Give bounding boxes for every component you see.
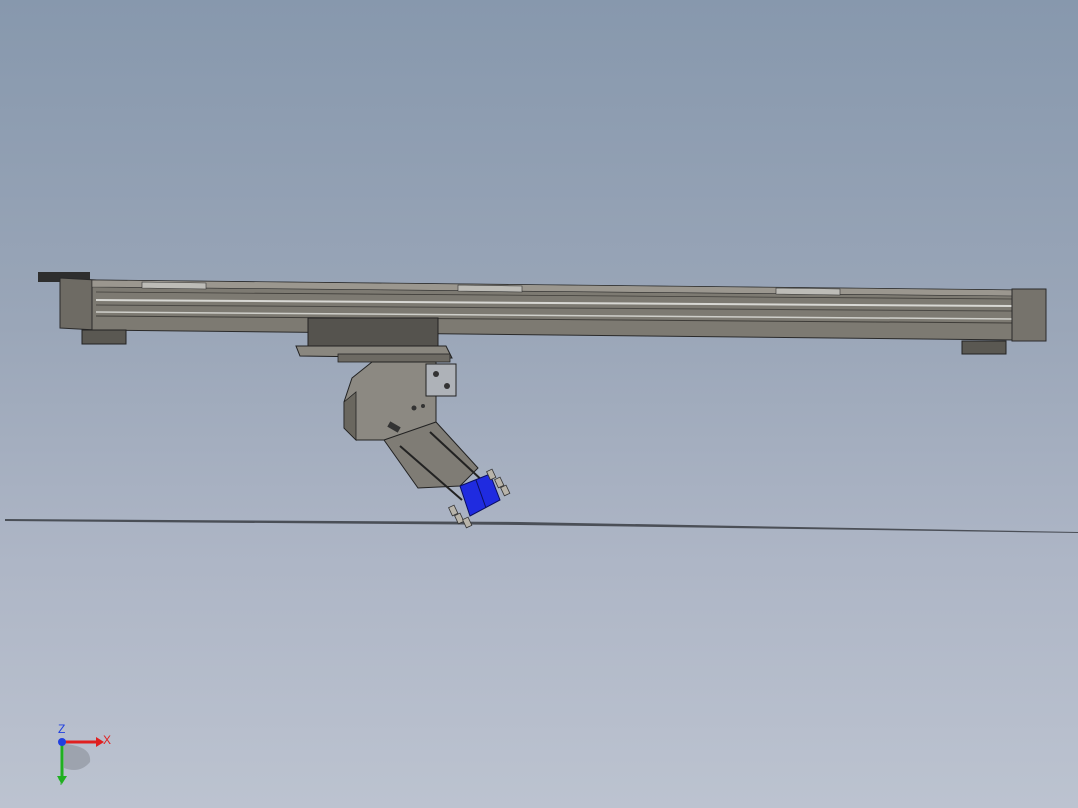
gripper-arm-assembly[interactable] xyxy=(343,361,511,529)
coordinate-triad: X Z Y xyxy=(40,722,130,792)
bolt-hole xyxy=(411,405,417,411)
triad-y-label: Y xyxy=(58,777,65,787)
triad-x-label: X xyxy=(103,733,112,747)
triad-z-label: Z xyxy=(58,722,66,736)
profile-connector xyxy=(425,363,457,397)
bolt-hole xyxy=(421,404,425,408)
bolt-hole xyxy=(433,371,439,377)
floor-shadow-line xyxy=(5,519,1078,533)
top-cover-strip xyxy=(141,281,207,290)
right-end-cap xyxy=(1011,288,1047,342)
carriage-block xyxy=(307,317,439,349)
cad-model-scene[interactable] xyxy=(0,0,1078,808)
carriage-plate-lower xyxy=(337,353,451,363)
triad-graphic xyxy=(57,737,104,784)
carriage-assembly[interactable] xyxy=(295,317,453,363)
mounting-foot-left xyxy=(81,329,127,345)
triad-shadow xyxy=(64,744,91,770)
linear-module-beam[interactable] xyxy=(38,272,1047,355)
z-axis-dot xyxy=(58,738,66,746)
top-cover-strip xyxy=(457,284,523,293)
bolt-hole xyxy=(444,383,450,389)
graphics-viewport[interactable]: X Z Y xyxy=(0,0,1078,808)
top-cover-strip xyxy=(775,287,841,296)
mounting-foot-right xyxy=(961,340,1007,355)
left-end-plate xyxy=(59,277,97,331)
